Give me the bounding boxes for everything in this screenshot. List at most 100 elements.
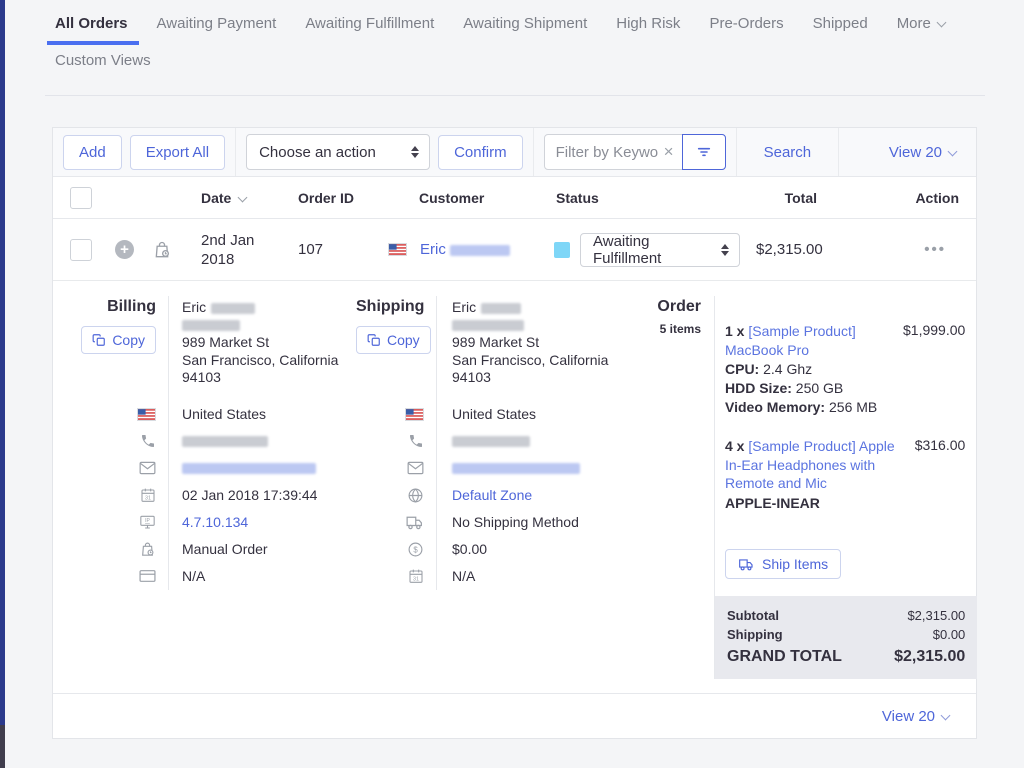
- select-all-checkbox[interactable]: [70, 187, 92, 209]
- billing-address: Eric 989 Market St San Francisco, Califo…: [168, 296, 356, 401]
- shipping-city: San Francisco, California: [452, 352, 641, 370]
- product-2-link[interactable]: [Sample Product] Apple In-Ear Headphones…: [725, 438, 895, 491]
- shipping-name: Eric: [452, 299, 641, 317]
- view-20-dropdown[interactable]: View 20: [889, 144, 956, 161]
- order-title: Order: [641, 296, 701, 316]
- date-header-label: Date: [201, 190, 231, 206]
- tab-awaiting-shipment[interactable]: Awaiting Shipment: [463, 15, 587, 45]
- advanced-filter-button[interactable]: [682, 134, 726, 170]
- ip-address-icon: IP: [139, 514, 156, 530]
- billing-order-date: 02 Jan 2018 17:39:44: [168, 482, 356, 509]
- chevron-down-icon: [936, 18, 946, 28]
- order-id-cell: 107: [289, 241, 386, 258]
- order-date-line1: 2nd Jan: [201, 231, 289, 250]
- billing-name: Eric: [182, 299, 356, 317]
- calendar-icon: 31: [140, 487, 156, 503]
- customer-name-link[interactable]: Eric: [420, 241, 510, 258]
- sort-chevron-icon: [238, 192, 248, 202]
- shipping-zone-icon-cell: [356, 482, 436, 509]
- column-header-customer[interactable]: Customer: [386, 190, 546, 206]
- orders-toolbar: Add Export All Choose an action Confirm …: [53, 128, 976, 177]
- product-option: Video Memory: 256 MB: [725, 398, 903, 417]
- product-1-link[interactable]: [Sample Product] MacBook Pro: [725, 323, 856, 358]
- billing-date-icon-cell: 31: [53, 482, 168, 509]
- subtotal-row: Subtotal $2,315.00: [727, 606, 965, 625]
- phone-icon: [140, 433, 156, 449]
- row-checkbox[interactable]: [70, 239, 92, 261]
- shipping-zone-link[interactable]: Default Zone: [452, 487, 532, 503]
- toolbar-view-segment: View 20: [839, 128, 976, 176]
- column-header-date[interactable]: Date: [188, 190, 289, 206]
- product-line-item: 1 x [Sample Product] MacBook Pro CPU: 2.…: [725, 322, 965, 417]
- shipping-email[interactable]: [436, 455, 641, 482]
- shipping-section: Shipping Copy Eric 989 Market St San Fra…: [356, 296, 641, 679]
- bulk-action-value: Choose an action: [259, 144, 376, 161]
- filter-keyword-input[interactable]: [545, 144, 662, 161]
- shipping-phone-icon-cell: [356, 428, 436, 455]
- tab-more[interactable]: More: [897, 15, 945, 45]
- billing-company: [182, 317, 356, 335]
- search-link[interactable]: Search: [764, 144, 812, 161]
- order-date-cell: 2nd Jan 2018: [188, 231, 289, 269]
- shipping-copy-button[interactable]: Copy: [356, 326, 431, 354]
- order-status-select[interactable]: Awaiting Fulfillment: [580, 233, 740, 267]
- billing-copy-button[interactable]: Copy: [81, 326, 156, 354]
- shipping-total-label: Shipping: [727, 625, 783, 644]
- billing-section: Billing Copy Eric 989 Market St San Fran…: [53, 296, 356, 679]
- column-header-order-id[interactable]: Order ID: [289, 190, 386, 206]
- tab-custom-views[interactable]: Custom Views: [55, 52, 151, 82]
- svg-text:IP: IP: [145, 518, 150, 524]
- ip-address-link[interactable]: 4.7.10.134: [182, 514, 248, 530]
- row-actions-menu[interactable]: •••: [826, 241, 976, 258]
- tab-awaiting-fulfillment[interactable]: Awaiting Fulfillment: [305, 15, 434, 45]
- select-arrows-icon: [721, 244, 729, 256]
- select-arrows-icon: [411, 146, 419, 158]
- expand-row-button[interactable]: +: [115, 240, 134, 259]
- order-status-value: Awaiting Fulfillment: [593, 233, 711, 267]
- billing-ip-address[interactable]: 4.7.10.134: [168, 509, 356, 536]
- order-label-cell: Order 5 items: [641, 296, 714, 679]
- export-all-button[interactable]: Export All: [130, 135, 225, 170]
- footer-view-20-dropdown[interactable]: View 20: [882, 708, 949, 725]
- app-sidebar-edge: [0, 0, 5, 768]
- filter-lines-icon: [696, 144, 712, 160]
- billing-label-cell: Billing Copy: [53, 296, 168, 401]
- svg-text:31: 31: [413, 576, 419, 582]
- bulk-action-select[interactable]: Choose an action: [246, 134, 430, 170]
- column-header-total[interactable]: Total: [756, 190, 826, 206]
- tab-high-risk[interactable]: High Risk: [616, 15, 680, 45]
- tab-pre-orders[interactable]: Pre-Orders: [709, 15, 783, 45]
- column-header-action: Action: [826, 190, 976, 206]
- svg-text:31: 31: [145, 495, 151, 501]
- toolbar-search-segment: Search: [737, 128, 840, 176]
- shipping-zone[interactable]: Default Zone: [436, 482, 641, 509]
- copy-icon: [92, 333, 106, 347]
- customer-cell: Eric: [386, 241, 546, 258]
- shipping-street: 989 Market St: [452, 334, 641, 352]
- tabs-divider: [45, 95, 985, 96]
- add-button[interactable]: Add: [63, 135, 122, 170]
- tab-all-orders[interactable]: All Orders: [55, 15, 128, 45]
- shipping-method: No Shipping Method: [436, 509, 641, 536]
- order-totals-panel: Subtotal $2,315.00 Shipping $0.00 GRAND …: [715, 596, 977, 679]
- grand-total-row: GRAND TOTAL $2,315.00: [727, 647, 965, 666]
- table-header-row: Date Order ID Customer Status Total Acti…: [53, 177, 976, 219]
- orders-table-card: Add Export All Choose an action Confirm …: [52, 127, 977, 739]
- chevron-down-icon: [948, 146, 958, 156]
- tab-awaiting-payment[interactable]: Awaiting Payment: [157, 15, 277, 45]
- ship-items-button[interactable]: Ship Items: [725, 549, 841, 579]
- orders-page: All Orders Awaiting Payment Awaiting Ful…: [5, 0, 1024, 739]
- column-header-status[interactable]: Status: [546, 190, 756, 206]
- redacted-customer-surname: [450, 245, 510, 256]
- billing-street: 989 Market St: [182, 334, 356, 352]
- redacted-shipping-phone: [452, 436, 530, 447]
- billing-source-icon-cell: [53, 536, 168, 563]
- billing-email[interactable]: [168, 455, 356, 482]
- confirm-button[interactable]: Confirm: [438, 135, 523, 170]
- tab-more-label: More: [897, 15, 931, 32]
- shipping-email-icon-cell: [356, 455, 436, 482]
- clear-filter-icon[interactable]: ×: [662, 143, 682, 162]
- billing-country-icon-cell: [53, 401, 168, 428]
- tab-shipped[interactable]: Shipped: [813, 15, 868, 45]
- billing-phone: [168, 428, 356, 455]
